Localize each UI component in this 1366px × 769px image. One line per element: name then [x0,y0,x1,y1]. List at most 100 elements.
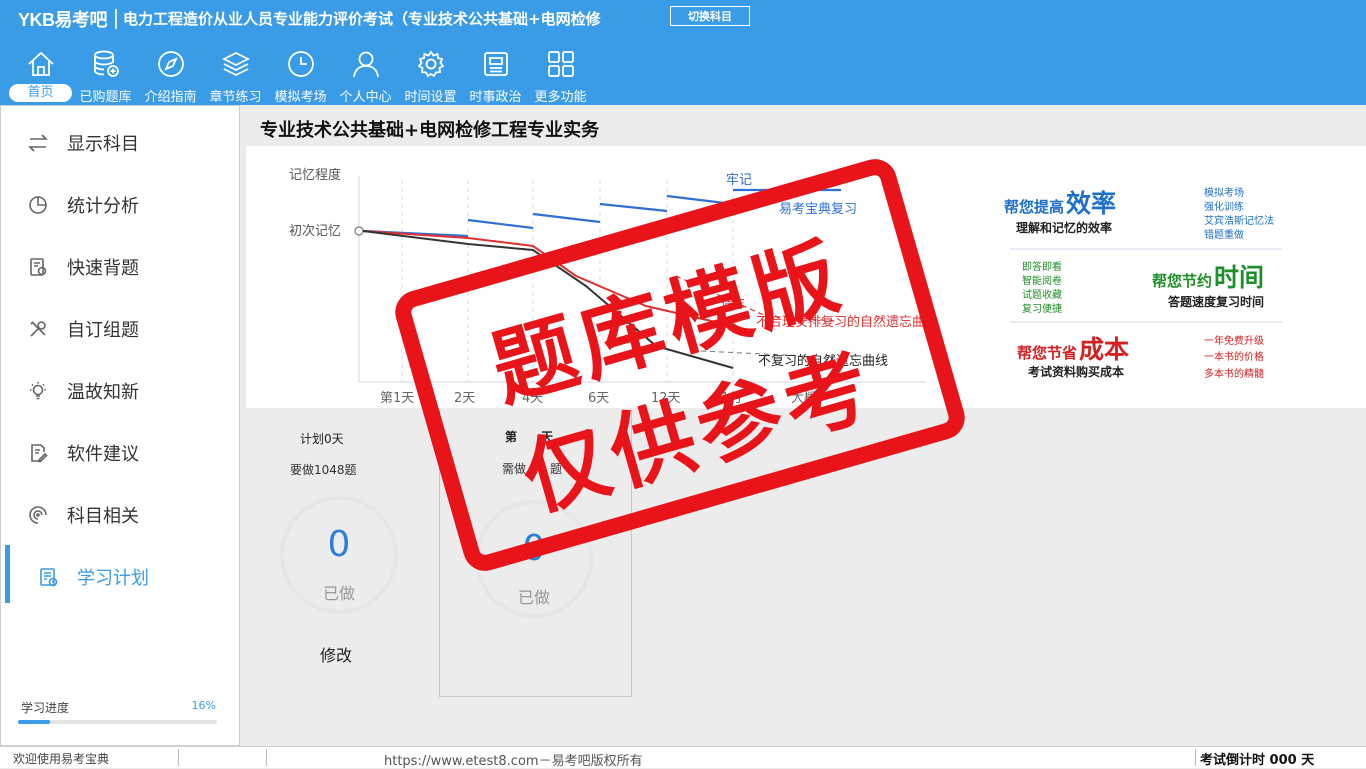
tools-icon [30,321,46,337]
memory-curve-banner: 记忆程度 初次记忆 牢记 易考宝典复习 遗忘 不合理安排复习的自然遗忘曲 不复习… [246,146,1366,408]
brand-logo: YKB易考吧 [18,10,108,30]
exam-countdown: 考试倒计时 000 天 [1200,753,1315,768]
sidebar-item-custom-quiz[interactable]: 自订组题 [1,303,239,353]
swirl-icon [29,506,47,524]
nav-item-current-affairs[interactable]: 时事政治 [463,44,528,105]
sidebar-item-label: 科目相关 [67,506,139,527]
sidebar-item-label: 温故知新 [67,382,139,403]
benefit-note: 艾宾浩斯记忆法 [1204,214,1274,227]
memory-curve-graphic: 记忆程度 初次记忆 牢记 易考宝典复习 遗忘 不合理安排复习的自然遗忘曲 不复习… [289,167,1282,406]
x-tick-label: 1月 [721,391,742,406]
first-memory-label: 初次记忆 [289,223,341,239]
layers-icon [221,51,250,77]
database-icon [93,50,119,77]
status-bar: 欢迎使用易考宝典 https://www.etest8.com－易考吧版权所有 … [0,746,1366,769]
nav-label: 章节练习 [209,90,262,105]
status-divider [266,749,267,766]
nav-label: 模拟考场 [274,90,327,105]
plan-done-label: 已做 [322,584,355,603]
benefit-sub: 考试资料购买成本 [1028,364,1124,379]
forget-label: 遗忘 [721,296,745,311]
plan-done-ring: 0 已做 [280,496,398,614]
x-tick-label: 4天 [522,391,543,406]
benefit-prefix: 帮您节省 [1017,344,1077,362]
clock-icon [287,51,314,77]
news-icon [483,52,508,76]
plan-days: 计划0天 [300,432,344,446]
nav-label: 介绍指南 [144,90,197,105]
sidebar-item-study-plan[interactable]: 学习计划 [1,545,239,603]
bulb-icon [30,382,46,400]
sidebar-item-label: 显示科目 [67,134,139,155]
nav-item-purchased[interactable]: 已购题库 [73,44,138,105]
benefit-note: 模拟考场 [1204,186,1244,199]
plan-done-count: 0 [327,524,351,565]
welcome-text: 欢迎使用易考宝典 [13,752,110,766]
benefit-key: 效率 [1066,189,1116,218]
nav-item-profile[interactable]: 个人中心 [333,44,398,105]
home-icon [27,51,54,76]
study-progress-bar [18,720,217,724]
book-icon [30,258,47,276]
sidebar-item-suggestions[interactable]: 软件建议 [1,427,239,477]
gear-icon [417,50,444,78]
study-progress-fill [18,720,50,724]
nav-label: 时事政治 [469,90,522,105]
app-title: 电力工程造价从业人员专业能力评价考试（专业技术公共基础+电网检修 [123,10,601,28]
sidebar-item-label: 学习计划 [77,568,149,589]
active-indicator [5,545,10,603]
benefit-prefix: 帮您提高 [1004,198,1064,216]
plan-total-questions: 要做1048题 [290,463,357,477]
sidebar-item-label: 自订组题 [67,320,139,341]
pie-chart-icon [29,196,47,214]
brand-divider [115,9,117,29]
today-done-ring: 0 已做 [475,500,593,618]
x-tick-label: 12天 [651,391,681,406]
sidebar-item-label: 统计分析 [67,196,139,217]
study-progress-label: 学习进度 [21,701,70,715]
swap-icon [28,134,48,152]
compass-icon [157,51,184,77]
nav-item-time-settings[interactable]: 时间设置 [398,44,463,105]
benefit-prefix: 帮您节约 [1152,272,1212,290]
copyright-text: https://www.etest8.com－易考吧版权所有 [384,754,643,769]
nav-label: 个人中心 [339,90,392,105]
benefit-note: 一本书的价格 [1204,350,1264,363]
nav-item-guide[interactable]: 介绍指南 [138,44,203,105]
sidebar: 显示科目 统计分析 快速背题 自订组题 温故知新 软件建议 科目相关 学习计划 … [0,105,240,746]
benefit-note: 复习便捷 [1022,302,1062,315]
nav-item-mock-exam[interactable]: 模拟考场 [268,44,333,105]
benefit-key: 成本 [1079,335,1129,364]
benefit-note: 一年免费升级 [1204,334,1264,347]
sidebar-item-statistics[interactable]: 统计分析 [1,179,239,229]
benefit-note: 多本书的精髓 [1204,367,1264,380]
edit-doc-icon [31,444,48,463]
sidebar-item-quick-review[interactable]: 快速背题 [1,241,239,291]
nav-item-more[interactable]: 更多功能 [528,44,593,105]
x-tick-label: 6天 [588,391,609,406]
benefit-note: 试题收藏 [1022,288,1062,301]
benefit-note: 错题重做 [1204,228,1244,241]
status-divider [1195,749,1196,766]
nav-item-home[interactable]: 首页 [8,44,73,104]
sidebar-item-label: 快速背题 [67,258,139,279]
today-day-number: 第 天 [505,430,554,444]
nav-item-chapter-practice[interactable]: 章节练习 [203,44,268,105]
nav-label: 时间设置 [404,90,457,105]
firm-memory-label: 牢记 [726,173,752,188]
sidebar-item-review-old[interactable]: 温故知新 [1,365,239,415]
switch-subject-button[interactable]: 切换科目 [670,6,750,26]
nav-label: 首页 [9,84,72,102]
benefit-key: 时间 [1214,263,1264,292]
sidebar-item-show-subjects[interactable]: 显示科目 [1,117,239,167]
benefit-note: 强化训练 [1204,200,1244,213]
sidebar-item-label: 软件建议 [67,444,139,465]
today-required-questions: 需做 题 [502,462,563,476]
black-curve-label: 不复习的自然遗忘曲线 [758,353,888,369]
plan-card: 计划0天 要做1048题 0 已做 修改 [270,420,420,670]
grid-icon [547,51,574,77]
edit-plan-link[interactable]: 修改 [320,642,352,666]
top-header: YKB易考吧 电力工程造价从业人员专业能力评价考试（专业技术公共基础+电网检修 … [0,0,1366,105]
sidebar-item-subject-related[interactable]: 科目相关 [1,489,239,539]
nav-label: 更多功能 [534,90,587,105]
